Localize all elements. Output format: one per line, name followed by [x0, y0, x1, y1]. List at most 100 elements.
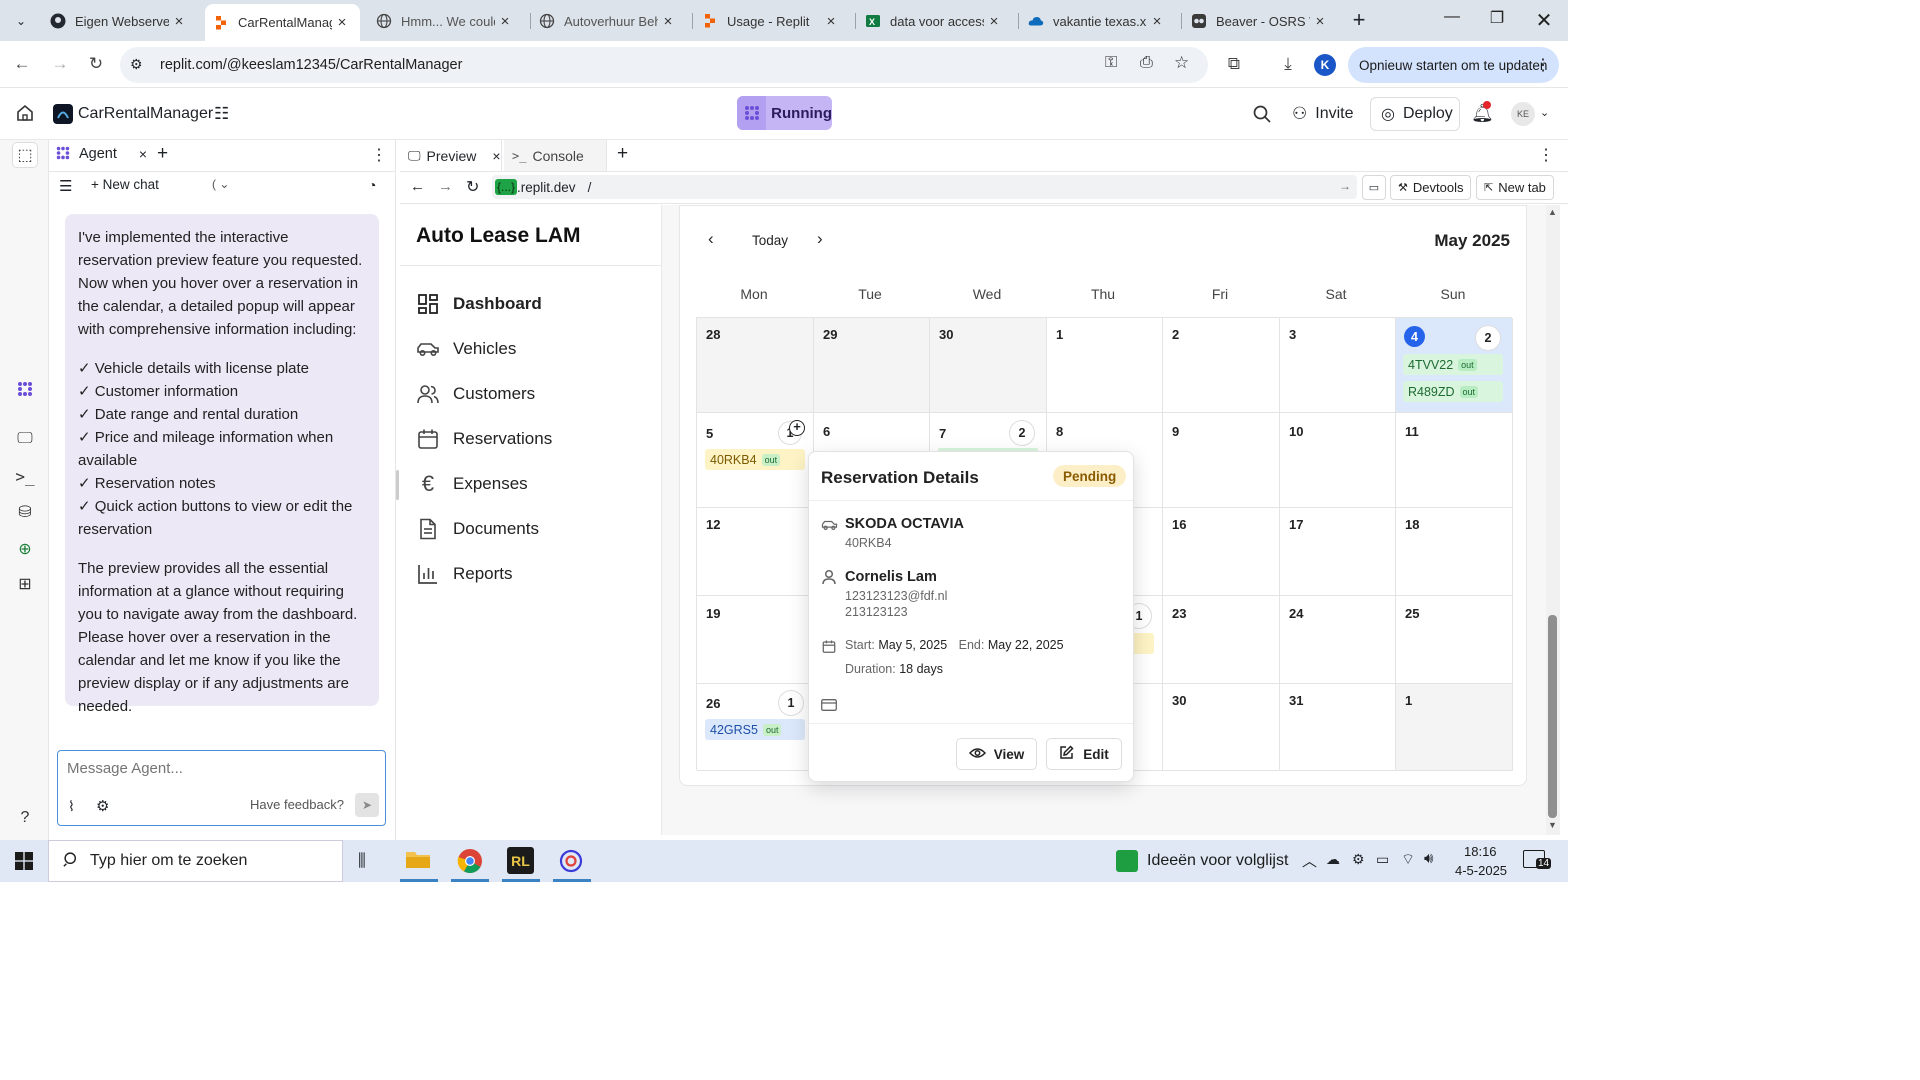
browser-tab[interactable]: X data voor access ×	[857, 6, 1012, 36]
more-vert-icon[interactable]: ⋮	[1535, 55, 1551, 75]
reservation-chip[interactable]: R489ZD out	[1403, 381, 1503, 402]
next-month-icon[interactable]: ›	[817, 229, 823, 249]
nav-vehicles[interactable]: Vehicles	[416, 334, 516, 364]
day-cell[interactable]: 24	[1280, 596, 1396, 684]
close-icon[interactable]: ×	[139, 146, 147, 162]
browser-tab-active[interactable]: CarRentalManag ×	[205, 4, 360, 41]
attach-paperclip-icon[interactable]: ⌇	[68, 798, 75, 815]
forward-icon[interactable]: →	[438, 178, 453, 195]
close-icon[interactable]: ×	[169, 13, 189, 30]
windows-start-icon[interactable]	[15, 852, 33, 873]
forward-icon[interactable]: →	[48, 52, 72, 76]
day-cell[interactable]: 28	[697, 318, 814, 413]
bookmark-star-icon[interactable]: ☆	[1174, 53, 1189, 73]
more-vert-icon[interactable]: ⋮	[371, 145, 387, 165]
browser-tab[interactable]: Autoverhuur Beh ×	[531, 6, 686, 36]
day-cell[interactable]: 1	[1396, 684, 1513, 771]
close-icon[interactable]: ×	[492, 148, 500, 164]
close-icon[interactable]: ×	[658, 13, 678, 30]
browser-tab[interactable]: Hmm... We could ×	[368, 6, 523, 36]
project-name[interactable]: CarRentalManager	[78, 105, 213, 123]
preview-url-field[interactable]: {...} .replit.dev / →	[492, 175, 1357, 199]
day-cell[interactable]: 23	[1163, 596, 1280, 684]
replit-agent-icon[interactable]	[12, 376, 38, 402]
taskbar-search-box[interactable]: Typ hier om te zoeken	[48, 840, 343, 882]
day-cell[interactable]: 26 1 42GRS5 out	[697, 684, 814, 771]
day-cell[interactable]: 29	[814, 318, 930, 413]
reservation-chip[interactable]: 4TVV22 out	[1403, 354, 1503, 375]
nav-expenses[interactable]: € Expenses	[416, 469, 528, 499]
open-arrow-icon[interactable]: →	[1339, 179, 1351, 193]
nav-customers[interactable]: Customers	[416, 379, 535, 409]
chevron-down-icon[interactable]: ⌄	[1540, 106, 1549, 119]
day-cell-today[interactable]: 4 2 4TVV22 out R489ZD out	[1396, 318, 1513, 413]
download-icon[interactable]: ⤓	[1276, 52, 1300, 76]
feedback-link[interactable]: Have feedback?	[250, 797, 344, 812]
help-icon[interactable]: ?	[12, 805, 38, 831]
runelite-icon[interactable]: RL	[507, 847, 534, 874]
close-icon[interactable]: ×	[821, 13, 841, 30]
task-view-icon[interactable]: ⫼	[358, 851, 366, 871]
back-icon[interactable]: ←	[10, 52, 34, 76]
scrollbar[interactable]: ▲ ▼	[1546, 205, 1560, 835]
day-cell[interactable]: 25	[1396, 596, 1513, 684]
day-cell[interactable]: 11	[1396, 413, 1513, 508]
close-icon[interactable]: ×	[1147, 13, 1167, 30]
day-cell[interactable]: 19	[697, 596, 814, 684]
reservation-count-badge[interactable]: 2	[1475, 325, 1501, 351]
reservation-chip[interactable]: 42GRS5 out	[705, 719, 805, 740]
new-tab-button[interactable]: ⇱ New tab	[1476, 175, 1554, 200]
device-toggle-icon[interactable]: ▭	[1362, 175, 1386, 200]
widget-text[interactable]: Ideeën voor volglijst	[1147, 852, 1288, 870]
day-cell[interactable]: 5 1 + 40RKB4 out	[697, 413, 814, 508]
preview-monitor-icon[interactable]: 🖵︎	[12, 426, 38, 452]
browser-tab[interactable]: vakantie texas.xl ×	[1020, 6, 1175, 36]
close-icon[interactable]: ×	[984, 13, 1004, 30]
file-explorer-icon[interactable]	[405, 848, 431, 872]
address-bar[interactable]: ⚙ replit.com/@keeslam12345/CarRentalMana…	[120, 47, 1208, 83]
wifi-icon[interactable]: ⌔	[1401, 850, 1415, 869]
nav-reservations[interactable]: Reservations	[416, 424, 552, 454]
day-cell[interactable]: 12	[697, 508, 814, 596]
volume-icon[interactable]: 🔊︎	[1424, 850, 1433, 867]
today-button[interactable]: Today	[752, 233, 788, 248]
new-chat-button[interactable]: + New chat	[91, 177, 159, 192]
day-cell[interactable]: 30	[1163, 684, 1280, 771]
day-cell[interactable]: 17	[1280, 508, 1396, 596]
minimize-icon[interactable]: —	[1437, 8, 1467, 32]
invite-button[interactable]: ⚇ Invite	[1292, 97, 1354, 131]
usage-gauge-icon[interactable]: ◔	[368, 177, 376, 193]
view-button[interactable]: View	[956, 738, 1037, 770]
database-icon[interactable]: ⛁	[12, 499, 38, 525]
scrollbar-thumb[interactable]	[1548, 615, 1557, 818]
reload-icon[interactable]: ↻	[466, 177, 479, 197]
window-close-icon[interactable]: ✕	[1529, 8, 1559, 32]
day-cell[interactable]: 1	[1047, 318, 1163, 413]
chat-history-icon[interactable]: ☰	[59, 177, 72, 195]
shell-icon[interactable]: >_	[12, 463, 38, 489]
back-icon[interactable]: ←	[410, 178, 425, 195]
profile-avatar[interactable]: K	[1314, 54, 1336, 76]
reload-icon[interactable]: ↻	[84, 52, 108, 76]
send-icon[interactable]: ➤	[355, 793, 379, 817]
nav-documents[interactable]: Documents	[416, 514, 539, 544]
reservation-count-badge[interactable]: 2	[1009, 420, 1035, 446]
browser-tab[interactable]: Beaver - OSRS W ×	[1183, 6, 1338, 36]
day-cell[interactable]: 10	[1280, 413, 1396, 508]
panel-resize-handle[interactable]	[396, 470, 399, 500]
battery-icon[interactable]: ▭	[1376, 851, 1389, 868]
chevron-up-icon[interactable]: ︿	[1302, 850, 1317, 871]
tab-preview[interactable]: 🖵︎ Preview ×	[400, 140, 502, 171]
close-icon[interactable]: ×	[332, 14, 352, 31]
day-cell[interactable]: 2	[1163, 318, 1280, 413]
dev-url-chip[interactable]: {...}	[495, 179, 518, 195]
clock-date[interactable]: 4-5-2025	[1455, 863, 1507, 878]
settings-gear-icon[interactable]: ⚙	[96, 797, 109, 815]
extensions-icon[interactable]: ⧉	[1222, 52, 1246, 76]
reservation-count-badge[interactable]: 1	[778, 690, 804, 716]
update-button[interactable]: Opnieuw starten om te updaten ⋮	[1348, 47, 1559, 83]
browser-tab[interactable]: Eigen Webserver ×	[42, 6, 197, 36]
toggle-sidebar-icon[interactable]: ⬚	[12, 142, 38, 168]
scroll-up-icon[interactable]: ▲	[1548, 207, 1557, 217]
deploy-button[interactable]: ◎ Deploy	[1370, 97, 1460, 131]
